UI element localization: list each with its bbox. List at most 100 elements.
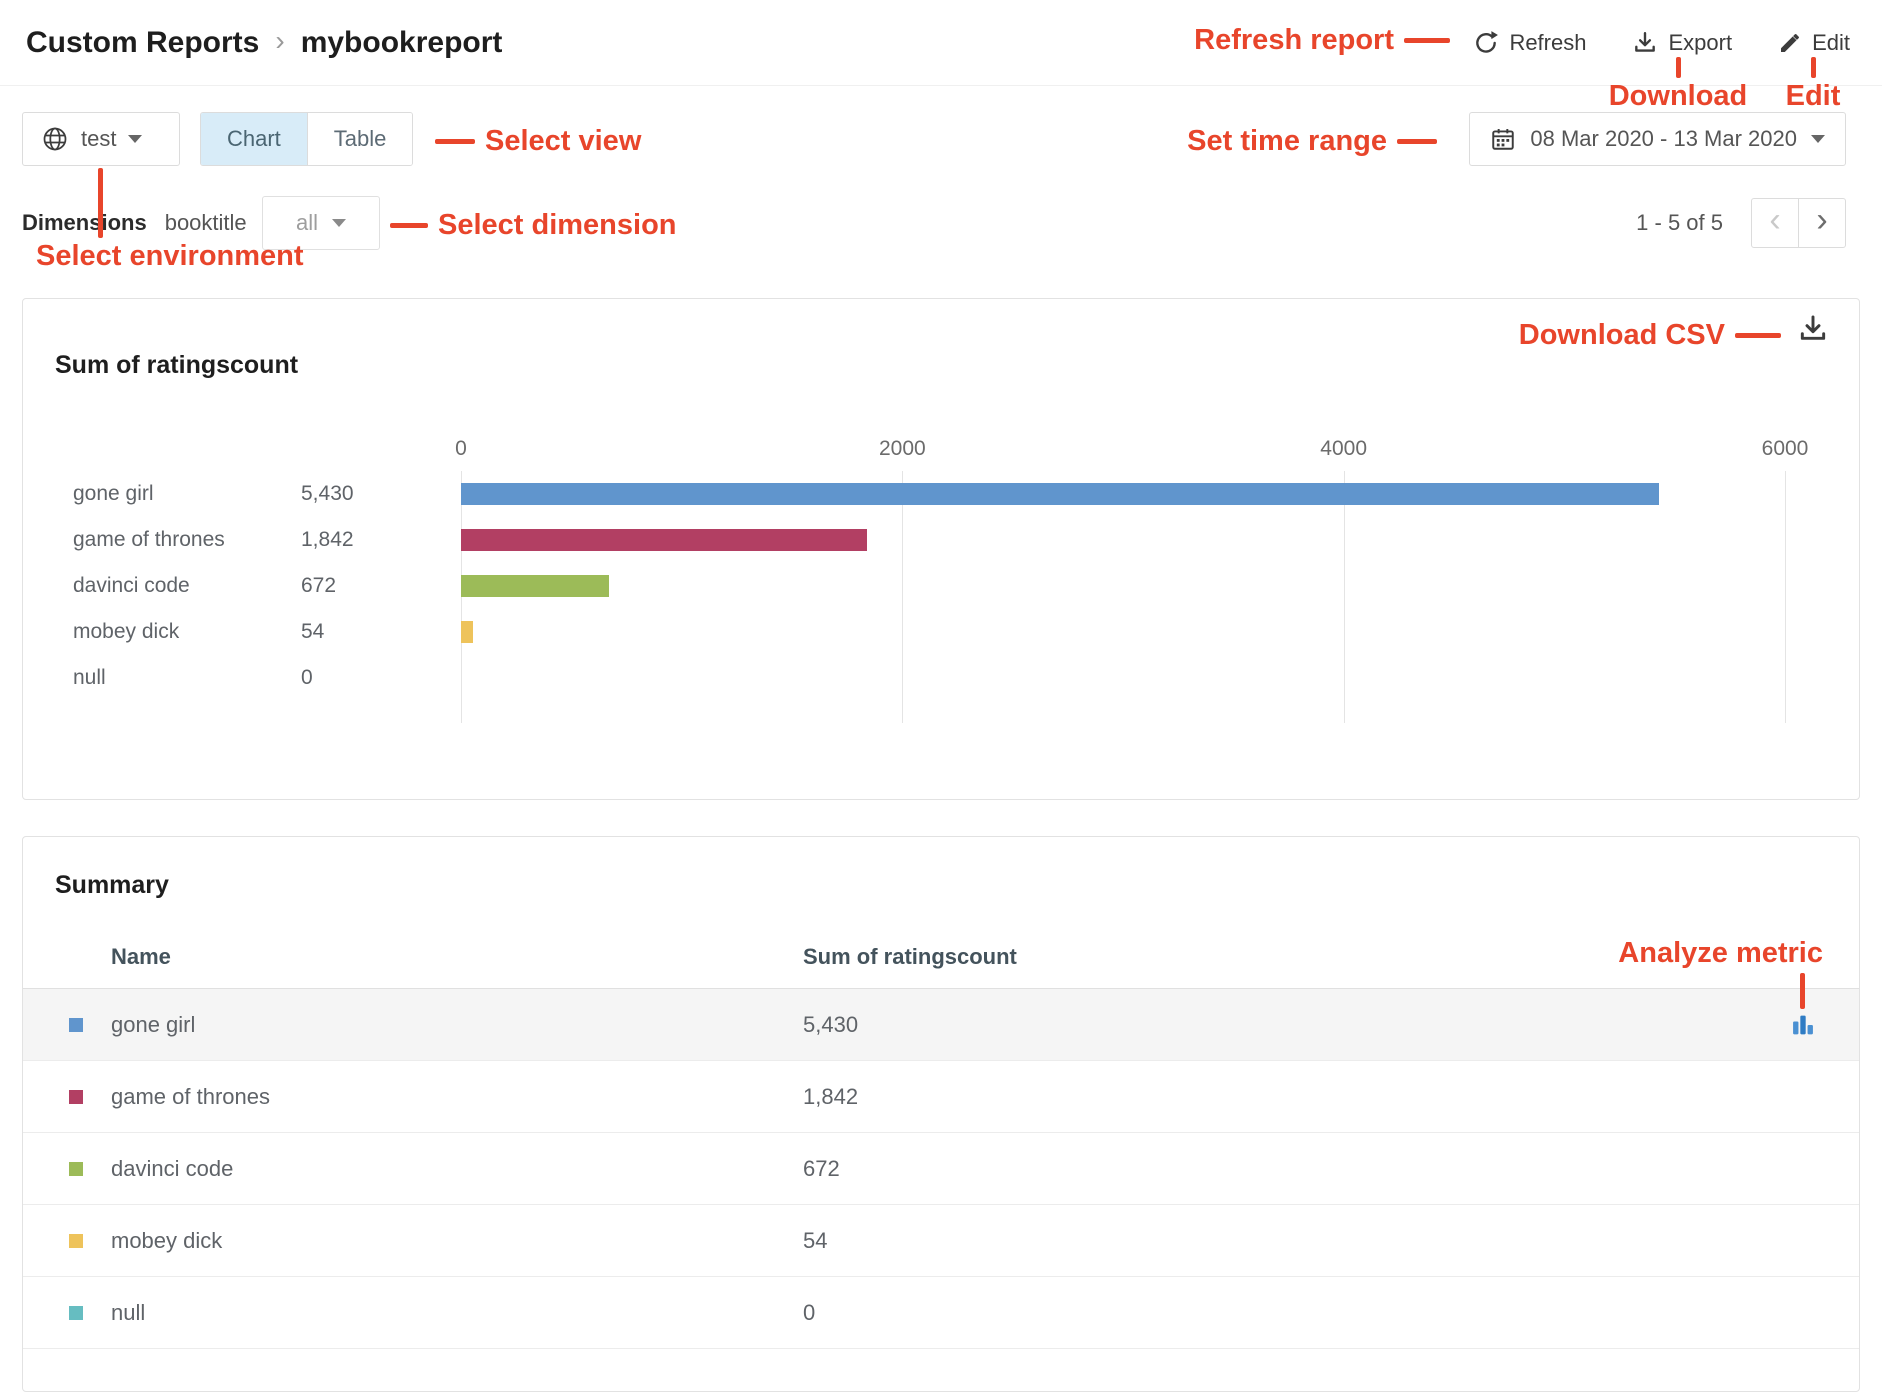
chart-row: game of thrones 1,842	[23, 517, 1785, 563]
table-row: mobey dick54	[23, 1205, 1859, 1277]
bar-area	[461, 529, 1785, 551]
download-icon	[1632, 30, 1658, 56]
chart-value-label: 5,430	[301, 471, 421, 517]
row-value: 54	[803, 1205, 827, 1277]
pagination-buttons: ‹ ›	[1751, 198, 1846, 248]
chart-value-label: 1,842	[301, 517, 421, 563]
row-name: davinci code	[111, 1133, 233, 1205]
row-value: 1,842	[803, 1061, 858, 1133]
table-row: null0	[23, 1277, 1859, 1349]
header: Custom Reports › mybookreport Refresh Ex…	[0, 0, 1882, 86]
row-value: 5,430	[803, 989, 858, 1061]
chevron-left-icon: ‹	[1769, 203, 1780, 237]
breadcrumb: Custom Reports › mybookreport	[26, 0, 502, 86]
dimension-name: booktitle	[165, 210, 247, 236]
annotation-line	[1735, 333, 1781, 338]
tab-chart[interactable]: Chart	[201, 113, 307, 165]
edit-label: Edit	[1812, 30, 1850, 56]
next-page-button[interactable]: ›	[1798, 198, 1846, 248]
export-label: Export	[1668, 30, 1732, 56]
annotation-text: Set time range	[1187, 125, 1387, 158]
chart-bar[interactable]	[461, 529, 867, 551]
pagination-range: 1 - 5 of 5	[1636, 210, 1723, 236]
dimension-selected-value: all	[296, 210, 318, 236]
annotation-text: Select dimension	[438, 209, 677, 242]
row-name: null	[111, 1277, 145, 1349]
calendar-icon	[1490, 126, 1516, 152]
chart-category-label: null	[73, 655, 283, 701]
edit-button[interactable]: Edit	[1778, 30, 1850, 56]
annotation-line	[390, 223, 428, 228]
chart-bar[interactable]	[461, 575, 609, 597]
axis-tick-label: 6000	[1762, 437, 1809, 461]
date-range-picker[interactable]: 08 Mar 2020 - 13 Mar 2020	[1469, 112, 1846, 166]
bar-area	[461, 483, 1785, 505]
chart-value-label: 672	[301, 563, 421, 609]
axis-tick-label: 4000	[1320, 437, 1367, 461]
annotation-download-csv: Download CSV	[1519, 319, 1781, 352]
chart-bar[interactable]	[461, 621, 473, 643]
annotation-edit: Edit	[1786, 80, 1841, 113]
breadcrumb-section[interactable]: Custom Reports	[26, 26, 259, 60]
bar-area	[461, 621, 1785, 643]
column-header-value: Sum of ratingscount	[803, 925, 1017, 989]
annotation-line	[98, 168, 103, 238]
summary-card: Summary Name Sum of ratingscount Analyze…	[22, 836, 1860, 1392]
chart-row: davinci code 672	[23, 563, 1785, 609]
chart-row: mobey dick 54	[23, 609, 1785, 655]
series-color-swatch	[69, 1018, 83, 1032]
table-row: gone girl 5,430	[23, 989, 1859, 1061]
caret-down-icon	[332, 219, 346, 227]
chart-bar[interactable]	[461, 483, 1659, 505]
refresh-icon	[1473, 30, 1499, 56]
pagination: 1 - 5 of 5 ‹ ›	[1636, 198, 1846, 248]
environment-selector[interactable]: test	[22, 112, 180, 166]
row-value: 672	[803, 1133, 840, 1205]
annotation-select-dimension: Select dimension	[390, 209, 677, 242]
chart-category-label: mobey dick	[73, 609, 283, 655]
annotation-analyze-metric: Analyze metric	[1618, 937, 1823, 970]
download-icon	[1797, 313, 1829, 345]
chart-category-label: davinci code	[73, 563, 283, 609]
chart-category-label: game of thrones	[73, 517, 283, 563]
annotation-text: Select view	[485, 125, 641, 158]
environment-value: test	[81, 126, 116, 152]
series-color-swatch	[69, 1306, 83, 1320]
summary-table-body: gone girl5,430game of thrones1,842davinc…	[23, 989, 1859, 1349]
custom-reports-page: Custom Reports › mybookreport Refresh Ex…	[0, 0, 1882, 1396]
chart-row: null0	[23, 655, 1785, 701]
view-toggle: Chart Table	[200, 112, 413, 166]
tab-table[interactable]: Table	[307, 113, 413, 165]
chevron-right-icon: ›	[1816, 203, 1827, 237]
table-row: davinci code 672	[23, 1133, 1859, 1205]
caret-down-icon	[128, 135, 142, 143]
previous-page-button[interactable]: ‹	[1751, 198, 1799, 248]
date-range-value: 08 Mar 2020 - 13 Mar 2020	[1530, 126, 1797, 152]
export-button[interactable]: Export	[1632, 30, 1732, 56]
gridline	[1785, 471, 1786, 723]
annotation-set-time-range: Set time range	[1187, 125, 1437, 158]
row-name: game of thrones	[111, 1061, 270, 1133]
annotation-line	[1676, 57, 1681, 78]
annotation-line	[1811, 57, 1816, 78]
chart-title: Sum of ratingscount	[55, 351, 298, 380]
bar-area	[461, 575, 1785, 597]
chart-rows: gone girl5,430game of thrones1,842davinc…	[23, 471, 1785, 701]
annotation-download: Download	[1609, 80, 1748, 113]
chart-card: Sum of ratingscount Download CSV 0200040…	[22, 298, 1860, 800]
summary-title: Summary	[55, 871, 169, 900]
download-csv-button[interactable]	[1797, 313, 1829, 350]
annotation-text: Refresh report	[1194, 24, 1394, 57]
annotation-text: Download CSV	[1519, 319, 1725, 352]
chart-value-label: 54	[301, 609, 421, 655]
analyze-metric-button[interactable]	[1789, 1011, 1817, 1044]
annotation-line	[1397, 139, 1437, 144]
annotation-refresh-report: Refresh report	[1194, 24, 1450, 57]
pencil-icon	[1778, 31, 1802, 55]
refresh-button[interactable]: Refresh	[1473, 30, 1586, 56]
refresh-label: Refresh	[1509, 30, 1586, 56]
summary-table-header: Name Sum of ratingscount	[23, 925, 1859, 989]
column-header-name: Name	[111, 925, 171, 989]
bar-area	[461, 667, 1785, 689]
row-name: gone girl	[111, 989, 195, 1061]
